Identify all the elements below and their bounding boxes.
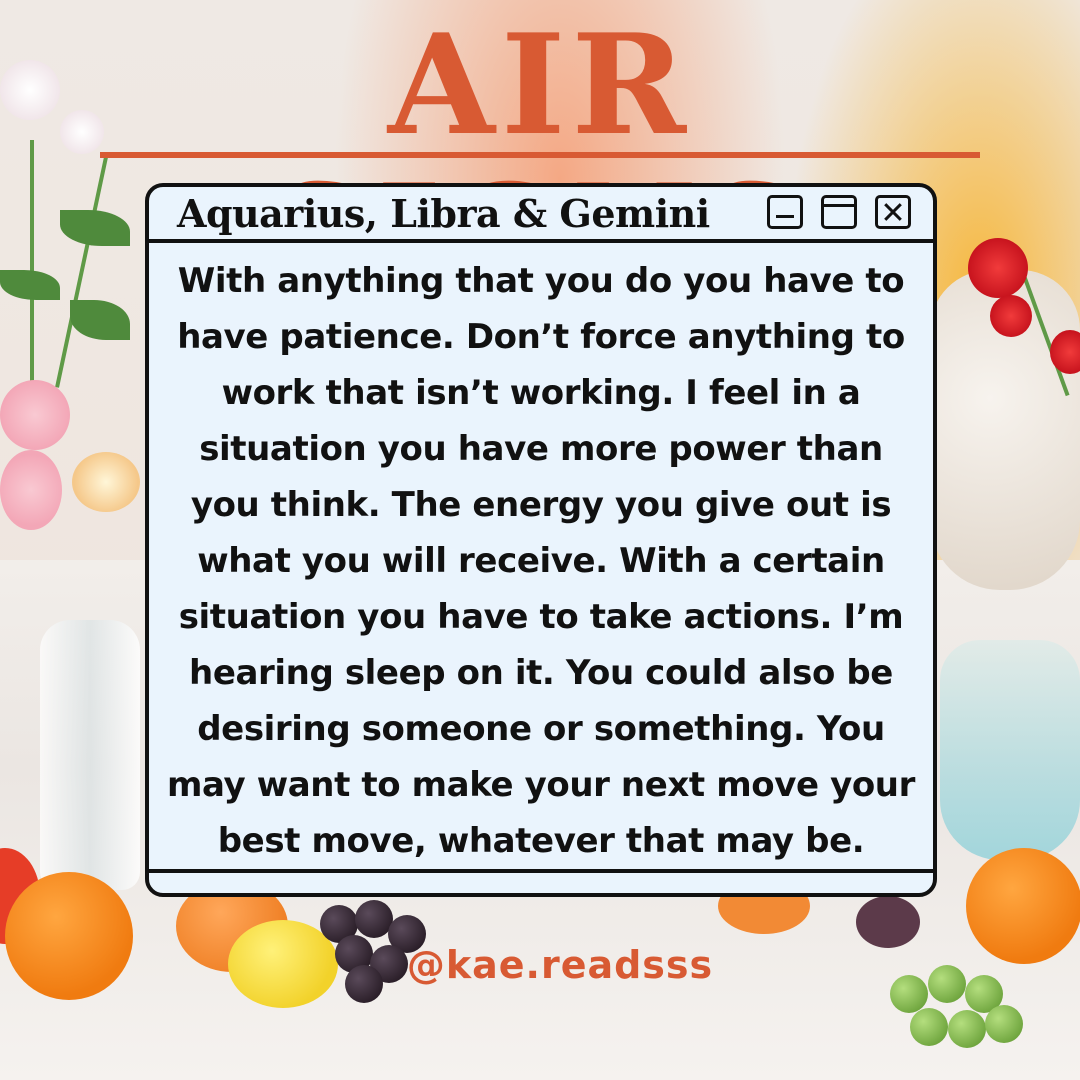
peach (72, 452, 140, 512)
window-footer-bar (149, 869, 933, 873)
red-flower (990, 295, 1032, 337)
social-handle: @kae.readsss (0, 940, 1080, 990)
red-flower (968, 238, 1028, 298)
pink-flower (0, 450, 62, 530)
pink-flower (0, 380, 70, 450)
leaf (70, 300, 130, 340)
window-titlebar: Aquarius, Libra & Gemini (149, 187, 933, 243)
grape (948, 1010, 986, 1048)
popup-window: Aquarius, Libra & Gemini With anything t… (145, 183, 937, 897)
handle-text: @kae.readsss (406, 943, 714, 987)
grape (985, 1005, 1023, 1043)
reading-text: With anything that you do you have to ha… (167, 261, 915, 861)
page-title: AIR SIGNS (271, 3, 803, 310)
title-underline (100, 152, 980, 158)
glass-vase (940, 640, 1080, 860)
leaf (60, 210, 130, 246)
leaf (0, 270, 60, 300)
window-title: Aquarius, Libra & Gemini (177, 191, 710, 236)
white-flower (0, 60, 60, 120)
minimize-icon[interactable] (767, 195, 803, 229)
flower-stem (55, 152, 109, 388)
grape (910, 1008, 948, 1046)
maximize-icon[interactable] (821, 195, 857, 229)
glass-bottle (40, 620, 140, 890)
close-icon[interactable] (875, 195, 911, 229)
